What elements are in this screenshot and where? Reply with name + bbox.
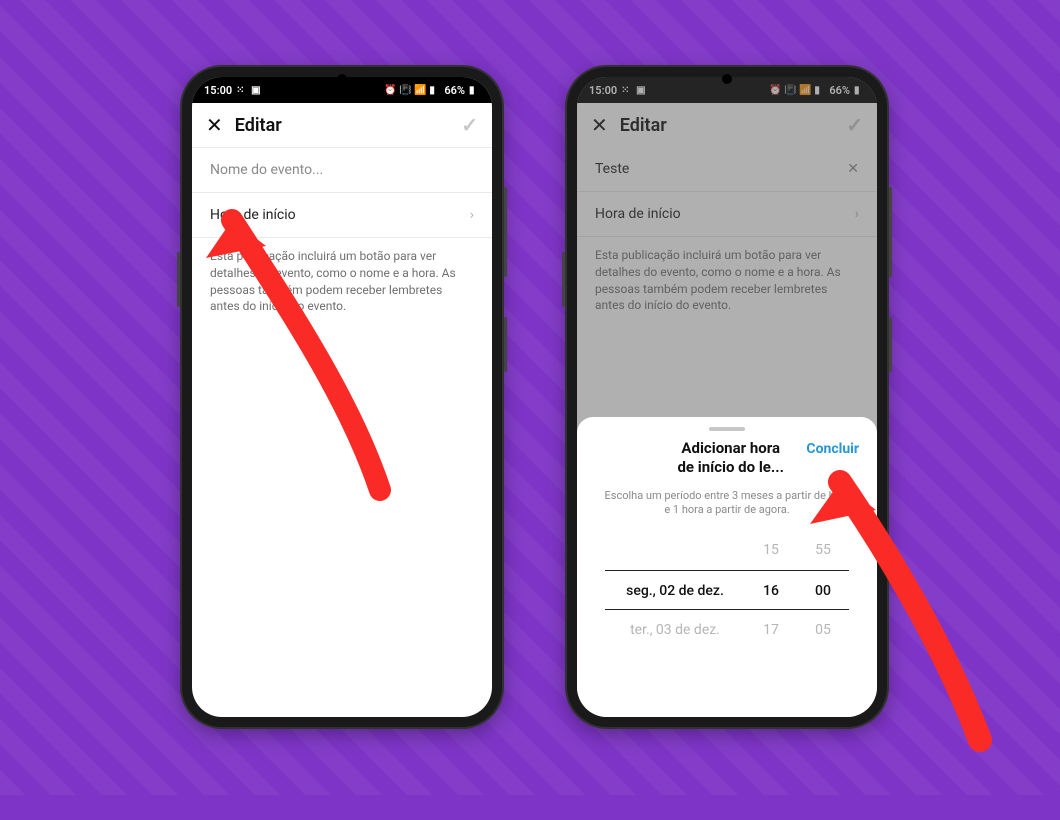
app-header: ✕ Editar ✓ <box>192 103 492 147</box>
screenshot-icon: ▣ <box>251 85 262 96</box>
minute-selected[interactable]: 00 <box>797 570 849 610</box>
sheet-title: Adicionar hora de início do le... <box>655 439 806 477</box>
event-name-placeholder: Nome do evento... <box>210 162 323 178</box>
volume-button <box>504 187 507 277</box>
sheet-subtitle: Escolha um período entre 3 meses a parti… <box>577 485 877 531</box>
signal-icon: ▮ <box>429 85 440 96</box>
date-prev[interactable] <box>605 530 745 570</box>
hour-column[interactable]: 15 16 17 <box>745 530 797 650</box>
wifi-icon: 📶 <box>414 85 425 96</box>
front-camera <box>337 74 347 84</box>
power-button <box>504 317 507 372</box>
hour-selected[interactable]: 16 <box>745 570 797 610</box>
minute-prev[interactable]: 55 <box>797 530 849 570</box>
time-picker-sheet: Adicionar hora de início do le... Conclu… <box>577 417 877 717</box>
assistant-button <box>562 252 565 307</box>
confirm-icon[interactable]: ✓ <box>461 113 478 137</box>
start-time-row[interactable]: Hora de início › <box>192 193 492 238</box>
event-name-input[interactable]: Nome do evento... <box>192 147 492 193</box>
done-button[interactable]: Concluir <box>806 439 859 457</box>
sheet-title-line2: de início do le... <box>677 458 784 476</box>
date-selected[interactable]: seg., 02 de dez. <box>605 570 745 610</box>
phone-mockup-left: 15:00 ⁙ ▣ ⏰ 📳 📶 ▮ 66% ▮ ✕ Editar ✓ Nome … <box>182 67 502 727</box>
chevron-right-icon: › <box>470 207 474 223</box>
alarm-icon: ⏰ <box>384 85 395 96</box>
battery-icon: ▮ <box>469 85 480 96</box>
hour-prev[interactable]: 15 <box>745 530 797 570</box>
vibrate-icon: 📳 <box>399 85 410 96</box>
notification-dots-icon: ⁙ <box>236 85 247 96</box>
status-battery: 66% <box>444 84 465 97</box>
assistant-button <box>177 252 180 307</box>
sheet-drag-handle[interactable] <box>709 427 745 431</box>
date-next[interactable]: ter., 03 de dez. <box>605 610 745 650</box>
header-title: Editar <box>235 115 282 136</box>
date-column[interactable]: seg., 02 de dez. ter., 03 de dez. <box>605 530 745 650</box>
front-camera <box>722 74 732 84</box>
power-button <box>889 317 892 372</box>
start-time-label: Hora de início <box>210 207 296 223</box>
volume-button <box>889 187 892 277</box>
datetime-picker[interactable]: seg., 02 de dez. ter., 03 de dez. 15 16 … <box>577 530 877 650</box>
close-icon[interactable]: ✕ <box>206 113 223 137</box>
phone-mockup-right: 15:00 ⁙ ▣ ⏰ 📳 📶 ▮ 66% ▮ ✕ Editar ✓ Teste… <box>567 67 887 727</box>
minute-next[interactable]: 05 <box>797 610 849 650</box>
hour-next[interactable]: 17 <box>745 610 797 650</box>
event-description-text: Esta publicação incluirá um botão para v… <box>192 238 492 325</box>
minute-column[interactable]: 55 00 05 <box>797 530 849 650</box>
sheet-title-line1: Adicionar hora <box>681 439 780 457</box>
status-time: 15:00 <box>204 84 232 97</box>
